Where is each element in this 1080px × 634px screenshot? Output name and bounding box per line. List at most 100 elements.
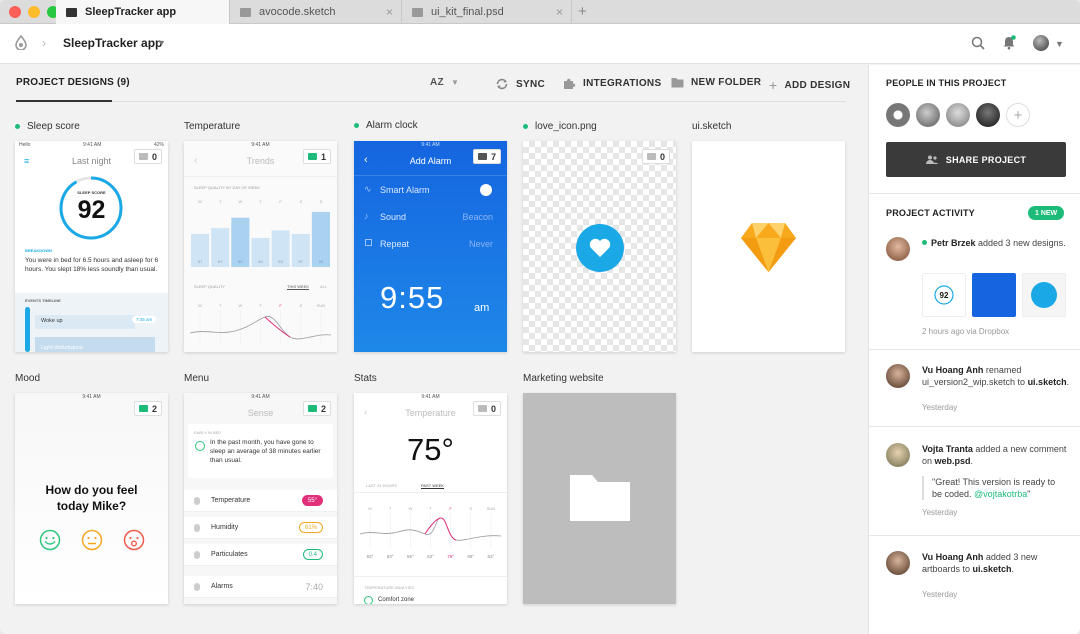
card-label-alarm-clock[interactable]: Alarm clock <box>354 120 418 131</box>
new-folder-button[interactable]: NEW FOLDER <box>671 77 761 88</box>
repeat-value[interactable]: Never <box>469 239 493 249</box>
card-label-temperature[interactable]: Temperature <box>184 121 240 132</box>
line-day-label: M <box>198 303 201 308</box>
divider <box>354 175 507 176</box>
stats-day-label: T <box>429 506 432 511</box>
comment-badge[interactable]: 1 <box>302 149 331 164</box>
tab-this-week[interactable]: THIS WEEK <box>287 284 310 290</box>
activity-thumbnail[interactable] <box>1022 273 1066 317</box>
design-card-menu[interactable]: 9:41 AM Sense EARLY IN BED In the past m… <box>184 393 337 604</box>
add-person-button[interactable]: + <box>1006 103 1030 127</box>
activity-thumbnail[interactable] <box>972 273 1016 317</box>
bell-icon[interactable] <box>1002 35 1016 50</box>
card-label-mood[interactable]: Mood <box>15 373 40 384</box>
header-divider <box>16 101 846 102</box>
status-time: 9:41 AM <box>251 394 270 400</box>
close-tab-icon[interactable]: × <box>556 5 563 19</box>
card-label-sleep-score[interactable]: Sleep score <box>15 121 80 132</box>
activity-target[interactable]: ui.sketch <box>1028 377 1067 387</box>
tab-last-24-hours[interactable]: LAST 24 HOURS <box>366 483 397 488</box>
sensor-label: Particulates <box>211 551 248 558</box>
comment-badge[interactable]: 7 <box>472 149 501 164</box>
avatar[interactable] <box>946 103 970 127</box>
comment-badge[interactable]: 2 <box>302 401 331 416</box>
close-window-button[interactable] <box>9 6 21 18</box>
tab-ui-kit-final[interactable]: ui_kit_final.psd × <box>402 0 572 24</box>
tab-avocode-sketch[interactable]: avocode.sketch × <box>230 0 402 24</box>
sensor-row[interactable]: Humidity 61% <box>184 517 337 539</box>
search-icon[interactable] <box>971 36 985 50</box>
card-label-love-icon[interactable]: love_icon.png <box>523 121 597 132</box>
design-card-sleep-score[interactable]: Hello 9:41 AM 42% ≡ Last night SLEEP SCORE… <box>15 141 168 352</box>
card-label-ui-sketch[interactable]: ui.sketch <box>692 121 731 132</box>
comment-badge[interactable]: 0 <box>472 401 501 416</box>
activity-user[interactable]: Petr Brzek <box>931 238 976 248</box>
sound-value[interactable]: Beacon <box>462 212 493 222</box>
neutral-face-icon[interactable] <box>81 529 103 551</box>
folder-card-marketing-website[interactable] <box>523 393 676 604</box>
activity-target[interactable]: ui.sketch <box>973 564 1012 574</box>
design-card-temperature[interactable]: 9:41 AM ‹ Trends SLEEP QUALITY BY DAY OF… <box>184 141 337 352</box>
project-title[interactable]: SleepTracker app <box>63 36 162 50</box>
activity-target[interactable]: web.psd <box>935 456 971 466</box>
divider <box>869 426 1080 427</box>
avatar[interactable] <box>886 551 910 575</box>
sad-face-icon[interactable] <box>123 529 145 551</box>
sensor-row[interactable]: Particulates 0.4 <box>184 544 337 566</box>
status-time: 9:41 AM <box>83 142 102 148</box>
user-avatar[interactable] <box>1033 35 1049 51</box>
activity-user[interactable]: Vojta Tranta <box>922 444 973 454</box>
sort-dropdown[interactable]: AZ ▼ <box>430 77 459 88</box>
tab-all[interactable]: ALL <box>320 284 327 289</box>
sync-button[interactable]: SYNC <box>495 77 545 91</box>
people-avatars: + <box>886 103 1030 127</box>
comment-badge[interactable]: 2 <box>133 401 162 416</box>
close-tab-icon[interactable]: × <box>386 5 393 19</box>
happy-face-icon[interactable] <box>39 529 61 551</box>
design-card-mood[interactable]: 9:41 AM How do you feel today Mike? 2 <box>15 393 168 604</box>
sync-label: SYNC <box>516 78 545 90</box>
design-card-stats[interactable]: 9:41 AM ‹ Temperature 75° LAST 24 HOURS … <box>354 393 507 604</box>
card-label-stats[interactable]: Stats <box>354 373 377 384</box>
app-logo-icon[interactable] <box>15 35 27 50</box>
mood-question: How do you feel today Mike? <box>45 483 138 513</box>
activity-user[interactable]: Vu Hoang Anh <box>922 365 983 375</box>
activity-user[interactable]: Vu Hoang Anh <box>922 552 983 562</box>
sensor-label: Humidity <box>211 524 239 531</box>
chevron-down-icon[interactable]: ▼ <box>157 38 166 48</box>
card-label-menu[interactable]: Menu <box>184 373 209 384</box>
design-card-ui-sketch[interactable] <box>692 141 845 352</box>
tab-past-week[interactable]: PAST WEEK <box>421 483 444 489</box>
avatar[interactable] <box>886 364 910 388</box>
design-card-alarm-clock[interactable]: 9:41 AM ‹ Add Alarm ∿ Smart Alarm ♪ Soun… <box>354 141 507 352</box>
sensor-label: Alarms <box>211 583 233 590</box>
activity-end: . <box>970 456 974 466</box>
avatar[interactable] <box>886 237 910 261</box>
activity-thumbnail[interactable]: 92 <box>922 273 966 317</box>
sensor-row[interactable]: Alarms 7:40 <box>184 576 337 598</box>
card-name: Alarm clock <box>366 120 418 131</box>
comment-badge[interactable]: 0 <box>641 149 670 164</box>
chevron-down-icon[interactable]: ▼ <box>1055 39 1064 49</box>
minimize-window-button[interactable] <box>28 6 40 18</box>
puzzle-icon <box>564 78 576 89</box>
sensor-row[interactable]: Temperature 55° <box>184 490 337 512</box>
avatar[interactable] <box>886 103 910 127</box>
share-project-button[interactable]: SHARE PROJECT <box>886 142 1066 177</box>
breakdown-label: BREAKDOWN <box>25 248 52 253</box>
integrations-button[interactable]: INTEGRATIONS <box>563 77 661 90</box>
comment-badge[interactable]: 0 <box>133 149 162 164</box>
new-tab-button[interactable]: + <box>578 3 587 20</box>
avatar[interactable] <box>976 103 1000 127</box>
score-label: SLEEP SCORE <box>77 190 106 195</box>
add-design-button[interactable]: + ADD DESIGN <box>769 77 850 93</box>
avatar[interactable] <box>886 443 910 467</box>
card-name: love_icon.png <box>535 121 597 132</box>
tab-sleeptracker[interactable]: SleepTracker app <box>56 0 230 24</box>
smart-alarm-toggle[interactable] <box>480 184 492 196</box>
card-label-marketing-website[interactable]: Marketing website <box>523 373 604 384</box>
tab-label: ui_kit_final.psd <box>431 6 504 18</box>
avatar[interactable] <box>916 103 940 127</box>
design-card-love-icon[interactable]: 0 <box>523 141 676 352</box>
mention-link[interactable]: @vojtakotrba <box>974 489 1027 499</box>
